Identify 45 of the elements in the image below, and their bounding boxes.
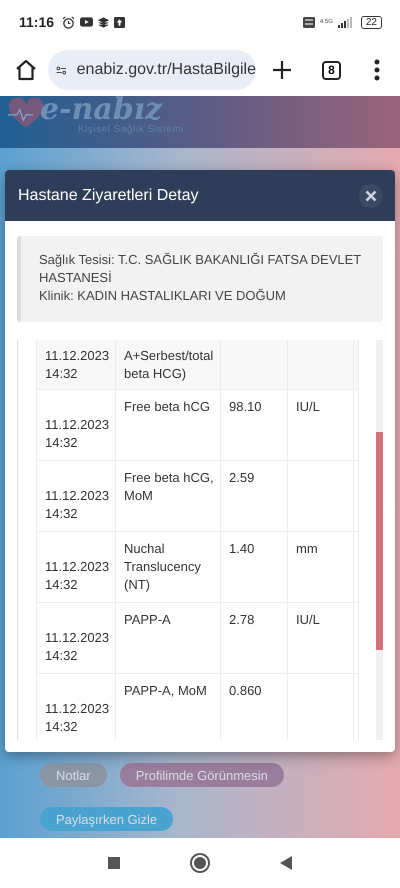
close-icon[interactable] <box>365 190 377 202</box>
action-button[interactable]: Paylaşırken Gizle <box>40 807 174 831</box>
modal-title: Hastane Ziyaretleri Detay <box>18 186 200 204</box>
back-icon[interactable] <box>280 856 292 870</box>
info-text: Klinik: KADIN HASTALIKLARI VE DOĞUM <box>39 287 287 305</box>
tab-count-button[interactable]: 8 <box>322 60 341 80</box>
table-cell: IU/L <box>296 612 320 626</box>
upload-icon <box>114 16 126 28</box>
info-text: Sağlık Tesisi: T.C. SAĞLIK BAKANLIĞI FATSA DEVLET HASTANESİ <box>39 251 362 287</box>
table-cell: 11.12.2023 14:32 <box>45 700 110 734</box>
home-icon[interactable] <box>14 58 38 82</box>
alarm-clock-icon <box>62 16 76 28</box>
table-cell: 2.78 <box>229 612 254 626</box>
site-settings-icon[interactable] <box>56 64 67 76</box>
table-cell: IU/L <box>296 398 320 414</box>
close-button[interactable] <box>359 184 383 208</box>
action-button[interactable]: Notlar <box>40 763 107 787</box>
home-button-icon[interactable] <box>192 855 208 871</box>
action-button[interactable]: Profilimde Görünmesin <box>120 763 284 787</box>
table-cell: 2.59 <box>229 470 254 484</box>
layers-icon <box>98 16 110 28</box>
site-logo[interactable]: e-nabız <box>40 96 184 124</box>
table-cell: A+Serbest/total beta HCG) <box>124 348 214 380</box>
video-play-icon <box>80 17 94 27</box>
table-cell: 11.12.2023 14:32 <box>45 630 110 662</box>
table-cell: 11.12.2023 14:32 <box>45 348 110 380</box>
more-menu-icon[interactable] <box>374 59 380 81</box>
scrollbar-thumb[interactable] <box>376 432 383 650</box>
table-cell: Free beta hCG <box>124 398 210 414</box>
signal-icon <box>338 16 352 28</box>
battery-level: 22 <box>360 16 382 28</box>
table-cell: 11.12.2023 14:32 <box>45 416 110 450</box>
table-cell: 11.12.2023 14:32 <box>45 558 110 592</box>
table-cell: PAPP-A, MoM <box>124 682 207 698</box>
table-cell: mm <box>296 540 318 556</box>
address-bar[interactable]: enabiz.gov.tr/HastaBilgile <box>48 50 256 90</box>
clock-time: 11:16 <box>19 14 54 30</box>
table-cell: Free beta hCG, MoM <box>124 470 214 502</box>
table-cell: 98.10 <box>229 398 262 414</box>
table-cell: PAPP-A <box>124 612 171 626</box>
table-cell: 0.860 <box>229 682 262 698</box>
table-cell: 1.40 <box>229 540 254 556</box>
table-cell: 11.12.2023 14:32 <box>45 488 110 520</box>
table-cell: Nuchal Translucency (NT) <box>124 540 201 592</box>
new-tab-icon[interactable] <box>272 60 292 80</box>
